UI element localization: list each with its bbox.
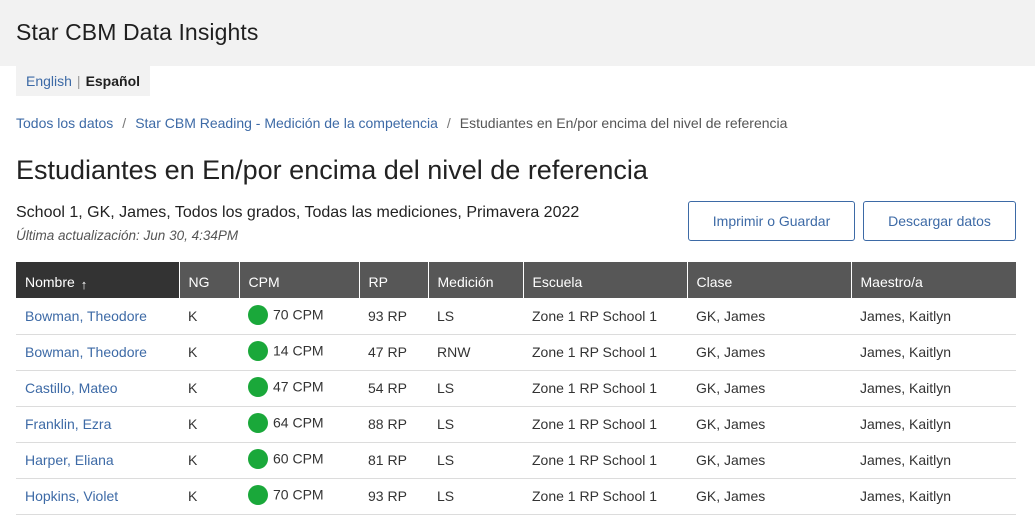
grade-cell: K [179, 334, 239, 371]
measure-cell: LS [428, 442, 523, 479]
rp-cell: 54 RP [359, 370, 428, 407]
cpm-value: 70 CPM [273, 486, 324, 503]
teacher-cell: James, Kaitlyn [851, 478, 1016, 515]
school-cell: Zone 1 RP School 1 [523, 442, 687, 479]
last-updated: Última actualización: Jun 30, 4:34PM [16, 228, 239, 243]
table-row: Harper, Eliana K 60 CPM 81 RP LS Zone 1 RP Sc… [16, 442, 1016, 479]
status-dot-icon [248, 304, 268, 325]
status-dot-icon [248, 413, 268, 433]
column-header-label: Nombre [25, 274, 75, 290]
grade-cell: K [179, 442, 239, 479]
arrow-up-icon: ↑ [80, 277, 88, 292]
app-header: Star CBM Data Insights [0, 0, 1035, 66]
column-header-measure[interactable]: Medición [427, 262, 523, 298]
measure-cell: RNW [428, 334, 523, 371]
grade-cell: K [179, 478, 239, 515]
status-dot-icon [248, 449, 268, 469]
measure-cell: LS [428, 298, 523, 335]
cpm-value: 64 CPM [273, 414, 324, 431]
breadcrumb-separator: / [446, 115, 451, 131]
class-cell: GK, James [687, 478, 851, 515]
breadcrumb-all-data-link[interactable]: Todos los datos [16, 115, 113, 131]
table-row: Castillo, Mateo K 47 CPM 54 RP LS Zone 1 RP S… [16, 370, 1016, 407]
report-filters: School 1, GK, James, Todos los grados, T… [16, 204, 580, 221]
rp-cell: 81 RP [359, 442, 428, 479]
measure-cell: LS [428, 406, 523, 443]
rp-cell: 88 RP [359, 406, 428, 443]
student-name-link[interactable]: Franklin, Ezra [16, 406, 179, 443]
column-header-class[interactable]: Clase [686, 262, 851, 298]
cpm-value: 14 CPM [273, 342, 324, 359]
grade-cell: K [179, 370, 239, 407]
student-name-link[interactable]: Bowman, Theodore [16, 334, 179, 371]
table-row: Bowman, Theodore K 14 CPM 47 RP RNW Zone 1 RP… [16, 334, 1016, 371]
student-name-link[interactable]: Hopkins, Violet [16, 478, 179, 515]
table-row: Hopkins, Violet K 70 CPM 93 RP LS Zone 1 RP S… [16, 478, 1016, 515]
cpm-cell: 47 CPM [239, 370, 359, 407]
teacher-cell: James, Kaitlyn [851, 406, 1016, 443]
teacher-cell: James, Kaitlyn [851, 298, 1016, 335]
class-cell: GK, James [687, 406, 851, 443]
school-cell: Zone 1 RP School 1 [523, 298, 687, 335]
cpm-cell: 70 CPM [239, 478, 359, 515]
grade-cell: K [179, 406, 239, 443]
column-header-rp[interactable]: RP [358, 262, 428, 298]
page-title: Estudiantes en En/por encima del nivel d… [16, 155, 648, 185]
print-save-button[interactable]: Imprimir o Guardar [688, 201, 855, 241]
breadcrumb-reading-link[interactable]: Star CBM Reading - Medición de la compet… [135, 115, 438, 131]
cpm-cell: 14 CPM [239, 334, 359, 371]
teacher-cell: James, Kaitlyn [851, 442, 1016, 479]
rp-cell: 93 RP [359, 298, 428, 335]
column-header-name[interactable]: Nombre ↑ [16, 262, 179, 298]
status-dot-icon [248, 341, 268, 361]
student-name-link[interactable]: Castillo, Mateo [16, 370, 179, 407]
measure-cell: LS [428, 478, 523, 515]
school-cell: Zone 1 RP School 1 [523, 370, 687, 407]
column-header-school[interactable]: Escuela [522, 262, 687, 298]
measure-cell: LS [428, 370, 523, 407]
class-cell: GK, James [687, 370, 851, 407]
grade-cell: K [179, 298, 239, 335]
school-cell: Zone 1 RP School 1 [523, 478, 687, 515]
column-header-cpm[interactable]: CPM [238, 262, 359, 298]
table-row: Bowman, Theodore K 70 CPM 93 RP LS Zone 1 RP … [16, 298, 1016, 335]
language-switcher: English | Español [16, 66, 151, 96]
student-name-link[interactable]: Harper, Eliana [16, 442, 179, 479]
cpm-cell: 64 CPM [239, 406, 359, 443]
teacher-cell: James, Kaitlyn [851, 334, 1016, 371]
status-dot-icon [248, 377, 268, 397]
cpm-cell: 60 CPM [239, 442, 359, 479]
breadcrumb-separator: / [122, 115, 127, 131]
class-cell: GK, James [687, 442, 851, 479]
status-dot-icon [248, 485, 268, 505]
table-row: Franklin, Ezra K 64 CPM 88 RP LS Zone 1 RP Sc… [16, 406, 1016, 443]
students-table: Nombre ↑ NG CPM RP Medición Escuela Clase… [16, 262, 1016, 515]
cpm-value: 70 CPM [273, 306, 324, 323]
student-name-link[interactable]: Bowman, Theodore [16, 298, 179, 335]
rp-cell: 93 RP [359, 478, 428, 515]
cpm-value: 47 CPM [273, 378, 324, 395]
language-spanish-current: Español [85, 73, 141, 89]
download-data-button[interactable]: Descargar datos [863, 201, 1016, 241]
cpm-value: 60 CPM [273, 450, 324, 467]
column-header-ng[interactable]: NG [178, 262, 239, 298]
breadcrumb-current: Estudiantes en En/por encima del nivel d… [459, 115, 788, 131]
class-cell: GK, James [687, 298, 851, 335]
column-header-teacher[interactable]: Maestro/a [850, 262, 1016, 298]
cpm-cell: 70 CPM [239, 298, 359, 335]
table-header-row: Nombre ↑ NG CPM RP Medición Escuela Clase… [16, 262, 1016, 298]
language-separator: | [76, 73, 81, 89]
school-cell: Zone 1 RP School 1 [523, 334, 687, 371]
school-cell: Zone 1 RP School 1 [523, 406, 687, 443]
teacher-cell: James, Kaitlyn [851, 370, 1016, 407]
language-english-link[interactable]: English [26, 73, 72, 89]
breadcrumb: Todos los datos / Star CBM Reading - Med… [16, 115, 787, 131]
app-title: Star CBM Data Insights [16, 19, 259, 45]
rp-cell: 47 RP [359, 334, 428, 371]
class-cell: GK, James [687, 334, 851, 371]
